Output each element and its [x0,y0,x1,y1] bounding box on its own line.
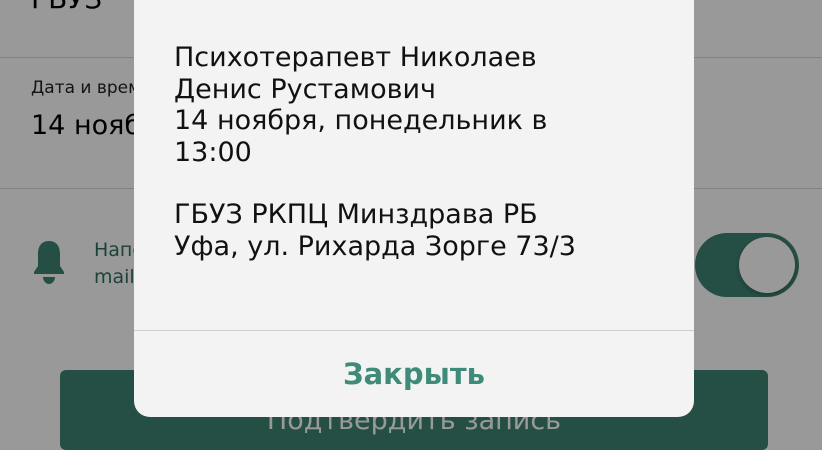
appointment-time: 13:00 [174,136,252,168]
clinic-name: ГБУЗ РКПЦ Минздрава РБ [174,199,538,230]
close-button[interactable]: Закрыть [134,331,694,417]
dialog-message: Психотерапевт Николаев Денис Рустамович … [174,42,664,262]
appointment-datetime: 14 ноября, понедельник в [174,105,548,136]
doctor-specialty-name: Психотерапевт Николаев [174,42,537,73]
clinic-address: Уфа, ул. Рихарда Зорге 73/3 [174,230,576,262]
doctor-patronymic: Денис Рустамович [174,73,437,105]
appointment-details-dialog: Психотерапевт Николаев Денис Рустамович … [134,0,694,417]
